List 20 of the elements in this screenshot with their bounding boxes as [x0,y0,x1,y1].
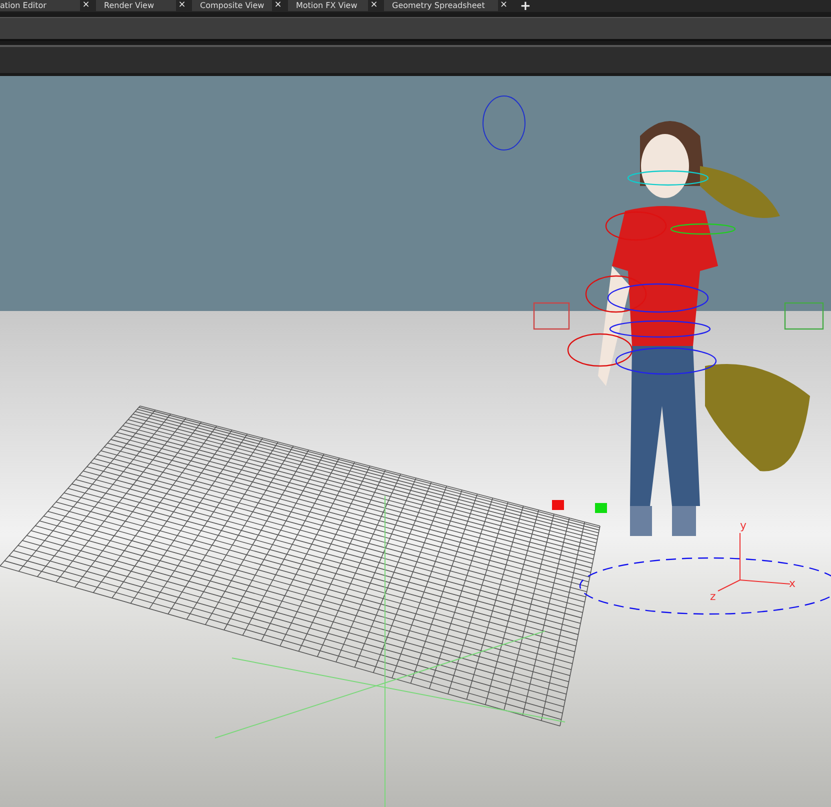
tab[interactable]: Geometry Spreadsheet [384,0,498,11]
add-tab-button[interactable]: + [514,0,537,12]
tab[interactable]: Render View [96,0,176,11]
transform-gizmo-drawing[interactable] [718,532,790,592]
close-tab-button[interactable]: × [272,0,284,11]
rig-controls-drawing[interactable] [533,170,831,615]
tab[interactable]: Motion FX View [288,0,368,11]
close-tab-button[interactable]: × [80,0,92,11]
close-tab-button[interactable]: × [498,0,510,11]
handle-marker[interactable] [552,500,564,510]
axis-label: z [710,590,716,603]
close-tab-button[interactable]: × [176,0,188,11]
tab[interactable]: ation Editor [0,0,80,11]
close-tab-button[interactable]: × [368,0,380,11]
axis-label: y [740,519,747,532]
control-handle[interactable] [482,96,526,150]
axis-label: x [789,577,796,590]
tab[interactable]: Composite View [192,0,272,11]
handle-marker[interactable] [595,503,607,513]
viewport-3d-scene[interactable]: y x z [0,76,831,807]
